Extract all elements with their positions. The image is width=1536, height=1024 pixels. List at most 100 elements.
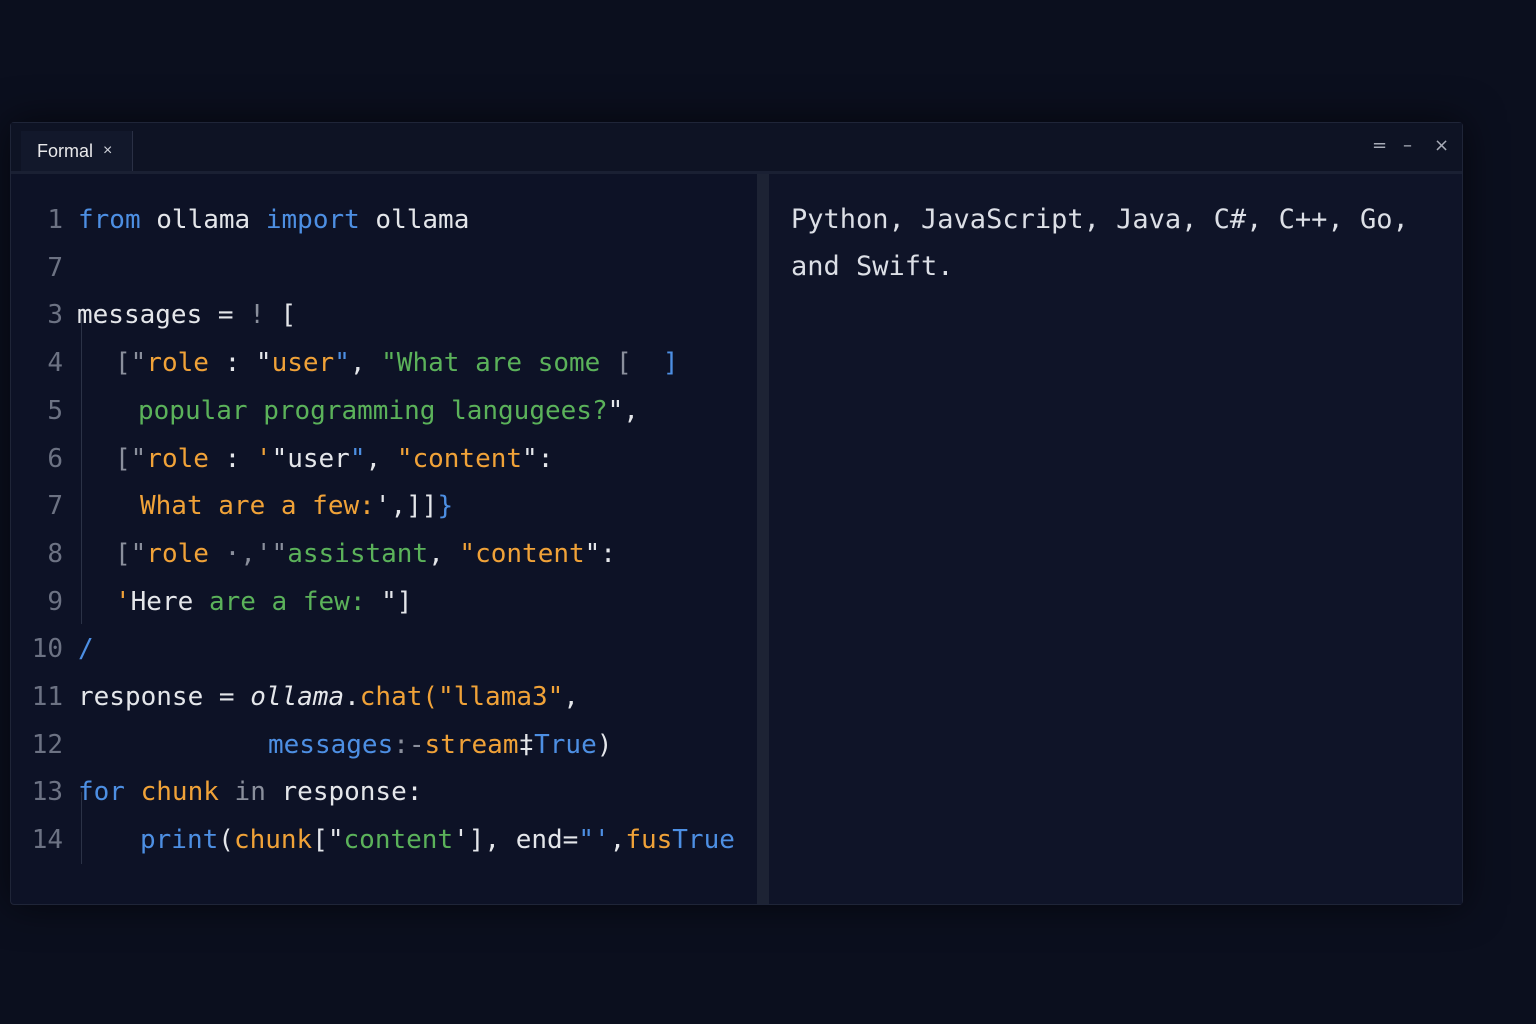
code-text: ["role : '"user", "content": — [115, 436, 553, 483]
code-token: ollama — [360, 205, 470, 235]
minimize-icon[interactable]: – — [1403, 135, 1412, 156]
code-token: content — [344, 825, 454, 855]
code-token: popular programming langugees? — [138, 396, 608, 426]
line-number: 7 — [11, 245, 63, 292]
code-token: ' — [115, 587, 131, 617]
line-number: 1 — [11, 197, 63, 244]
code-token: messages — [268, 730, 393, 760]
code-token: ·,'" — [209, 539, 287, 569]
code-text: for chunk in response: — [78, 769, 422, 816]
line-number: 13 — [11, 769, 63, 816]
editor-window: Formal × = – × 1 from ollama import ollam… — [10, 122, 1463, 905]
tab-close-icon[interactable]: × — [103, 142, 112, 160]
close-icon[interactable]: × — [1434, 135, 1449, 156]
code-token: '], end= — [453, 825, 578, 855]
code-token: [" — [115, 348, 146, 378]
code-token: ] — [647, 348, 678, 378]
line-number: 7 — [11, 483, 63, 530]
line-number: 4 — [11, 340, 63, 387]
code-token: "content — [397, 444, 522, 474]
line-number: 12 — [11, 722, 63, 769]
code-token: ) — [597, 730, 613, 760]
code-token: user — [272, 348, 335, 378]
code-token: response = — [78, 682, 250, 712]
code-text: ["role ·,'"assistant, "content": — [115, 531, 616, 578]
code-token: assistant — [287, 539, 428, 569]
code-editor[interactable]: 1from ollama import ollama73messages = !… — [11, 174, 757, 904]
code-token: print — [140, 825, 218, 855]
output-text: Python, JavaScript, Java, C#, C++, Go, a… — [791, 196, 1431, 290]
code-token: ", — [608, 396, 639, 426]
code-token: , — [428, 539, 459, 569]
line-number: 6 — [11, 436, 63, 483]
code-token: " — [350, 444, 366, 474]
code-token: chat( — [360, 682, 438, 712]
menu-icon[interactable]: = — [1372, 135, 1387, 156]
code-token: : " — [209, 348, 272, 378]
code-token: ! — [249, 300, 280, 330]
output-pane: Python, JavaScript, Java, C#, C++, Go, a… — [769, 174, 1462, 904]
code-token: ollama — [141, 205, 266, 235]
code-token: in — [235, 777, 282, 807]
code-text: What are a few:',]]} — [140, 483, 453, 530]
code-token: "llama3" — [438, 682, 563, 712]
code-token: chunk — [141, 777, 235, 807]
code-token: are a few: — [209, 587, 366, 617]
tab-bar: Formal × = – × — [11, 123, 1462, 174]
code-token: role — [146, 444, 209, 474]
code-token: , — [350, 348, 381, 378]
line-number: 8 — [11, 531, 63, 578]
code-token: " — [334, 348, 350, 378]
code-token: [ — [616, 348, 647, 378]
line-number: 14 — [11, 817, 63, 864]
code-token: , — [366, 444, 397, 474]
code-text: messages:-stream‡True) — [268, 722, 612, 769]
code-token: stream — [425, 730, 519, 760]
code-token: for — [78, 777, 141, 807]
line-number: 9 — [11, 579, 63, 626]
code-token: fus — [625, 825, 672, 855]
code-token: [" — [312, 825, 343, 855]
line-number: 11 — [11, 674, 63, 721]
code-text: from ollama import ollama — [78, 197, 469, 244]
tab-label: Formal — [37, 141, 93, 162]
line-number: 10 — [11, 626, 63, 673]
code-token: from — [78, 205, 141, 235]
code-token: ' — [256, 444, 272, 474]
code-token: ( — [218, 825, 234, 855]
code-token: , — [563, 682, 579, 712]
code-token: "] — [365, 587, 412, 617]
code-token: True — [672, 825, 735, 855]
code-token: : — [209, 444, 256, 474]
code-token: Here — [131, 587, 209, 617]
code-text: / — [78, 626, 94, 673]
code-text: messages = ! [ — [77, 292, 296, 339]
code-token: True — [534, 730, 597, 760]
code-text: ["role : "user", "What are some [ ] — [115, 340, 679, 387]
code-text: print(chunk["content'], end="',fusTrue — [140, 817, 735, 864]
code-token: messages = — [77, 300, 249, 330]
code-token: :- — [393, 730, 424, 760]
line-number: 5 — [11, 388, 63, 435]
code-token: , — [610, 825, 626, 855]
code-text: popular programming langugees?", — [138, 388, 639, 435]
pane-splitter[interactable] — [757, 174, 769, 904]
code-token: "content — [459, 539, 584, 569]
code-text: response = ollama.chat("llama3", — [78, 674, 579, 721]
code-token: "' — [578, 825, 609, 855]
code-token: ',]] — [375, 491, 438, 521]
code-token: ": — [522, 444, 553, 474]
code-token: } — [437, 491, 453, 521]
indent-guide — [81, 314, 82, 624]
code-token: "What are some — [381, 348, 616, 378]
code-token: [" — [115, 539, 146, 569]
line-number: 3 — [11, 292, 63, 339]
tab-formal[interactable]: Formal × — [21, 131, 133, 171]
code-token: "user — [272, 444, 350, 474]
code-token: chunk — [234, 825, 312, 855]
code-token: ‡ — [518, 730, 534, 760]
code-token: [ — [281, 300, 297, 330]
code-token: import — [266, 205, 360, 235]
code-token: response: — [282, 777, 423, 807]
code-token: ollama — [250, 682, 344, 712]
